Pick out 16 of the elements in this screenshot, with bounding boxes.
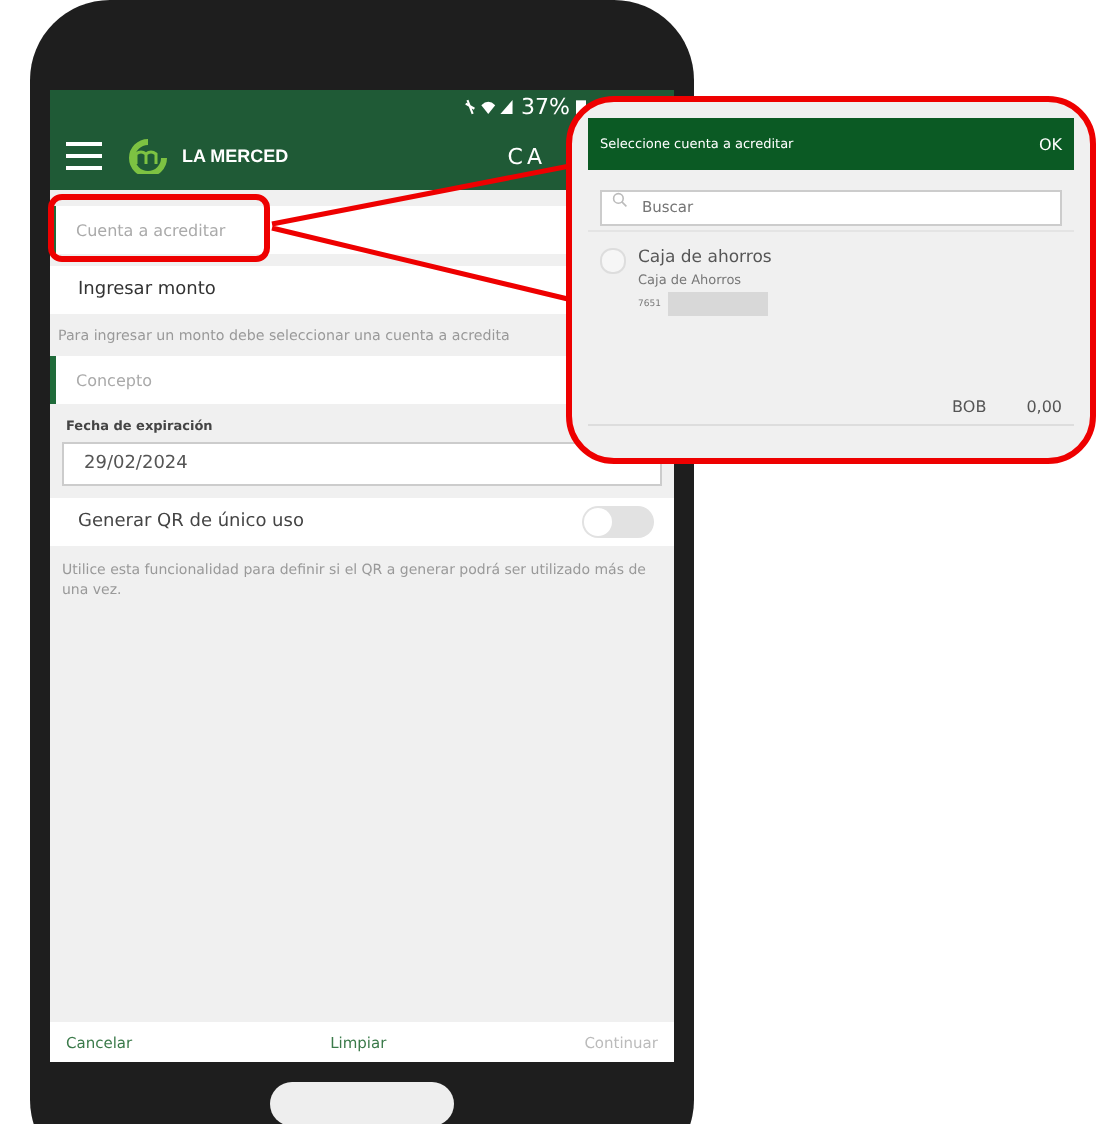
toggle-switch[interactable] xyxy=(582,506,654,538)
radio-button[interactable] xyxy=(600,248,626,274)
account-name: Caja de ahorros xyxy=(638,248,772,268)
header-action[interactable]: CA xyxy=(507,143,546,169)
redacted-block xyxy=(668,292,769,316)
single-use-label: Generar QR de único uso xyxy=(78,512,304,532)
battery-percent: 37% xyxy=(521,93,570,119)
expiry-date-field[interactable]: 29/02/2024 xyxy=(62,442,662,486)
currency-label: BOB xyxy=(952,398,987,416)
ok-button[interactable]: OK xyxy=(1038,135,1062,153)
home-button[interactable] xyxy=(270,1082,454,1124)
menu-icon[interactable] xyxy=(66,142,102,170)
signal-icon xyxy=(463,97,516,115)
logo-text: LA MERCED xyxy=(182,146,289,166)
balance-amount: 0,00 xyxy=(1026,398,1062,416)
search-icon xyxy=(612,192,628,208)
